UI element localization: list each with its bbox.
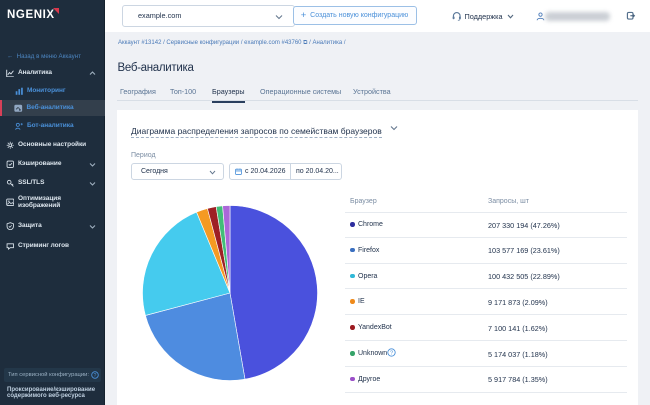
svg-text:?: ?	[94, 373, 97, 379]
